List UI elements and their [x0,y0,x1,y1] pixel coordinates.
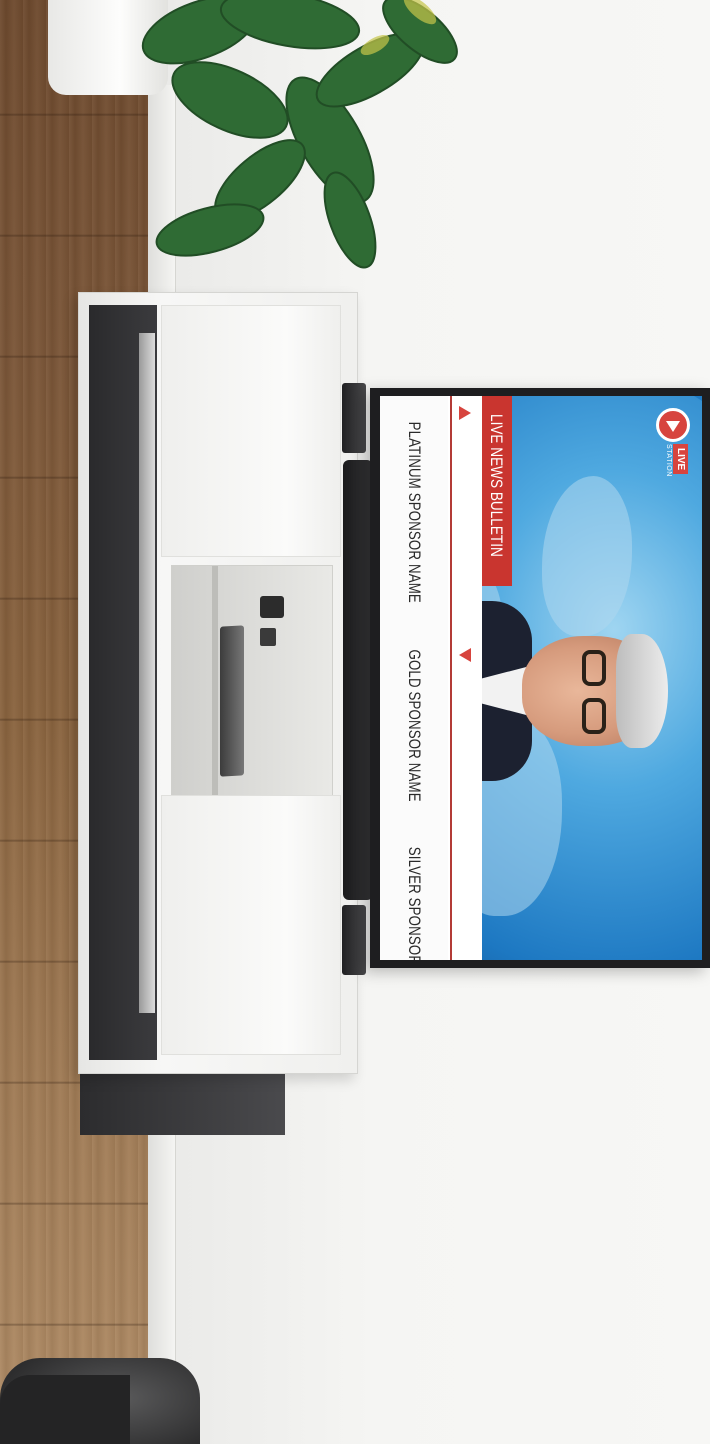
glasses-icon [580,644,606,740]
tv-screen: LIVE STATION LIVE NEWS BULLETIN PLATINUM… [380,396,702,960]
station-logo: LIVE STATION [648,408,692,480]
console-door-right [161,795,341,1055]
sponsor-ticker: PLATINUM SPONSOR NAME GOLD SPONSOR NAME … [380,396,448,960]
shelf-divider [212,566,218,796]
plant-leaves [141,0,458,269]
play-icon [656,408,690,442]
console-side [80,1065,285,1135]
bulletin-label: LIVE NEWS BULLETIN [487,414,506,557]
tv-foot [342,383,366,453]
sponsor-platinum: PLATINUM SPONSOR NAME [405,421,424,603]
broadcast-frame: LIVE STATION LIVE NEWS BULLETIN PLATINUM… [380,396,702,960]
news-anchor [472,601,668,781]
console-open-shelf [171,565,333,797]
anchor-hair [616,634,668,748]
triangle-marker-icon [459,648,471,662]
logo-primary: LIVE [673,444,688,475]
small-device [260,596,284,618]
console-edge [139,333,155,1013]
logo-secondary: STATION [665,444,672,477]
armchair-back [0,1375,130,1444]
triangle-marker-icon [459,406,471,420]
tv-foot [342,905,366,975]
soundbar [343,460,373,900]
sponsor-gold: GOLD SPONSOR NAME [405,649,424,803]
bulletin-banner: LIVE NEWS BULLETIN [480,396,512,586]
console-door-left [161,305,341,557]
lower-third-line [450,396,452,960]
media-device [220,625,244,777]
small-device [260,628,276,646]
living-room-scene: LIVE STATION LIVE NEWS BULLETIN PLATINUM… [0,0,710,1444]
sponsor-silver: SILVER SPONSOR NAME [405,846,424,960]
television: LIVE STATION LIVE NEWS BULLETIN PLATINUM… [370,388,710,968]
tv-console [78,292,358,1074]
